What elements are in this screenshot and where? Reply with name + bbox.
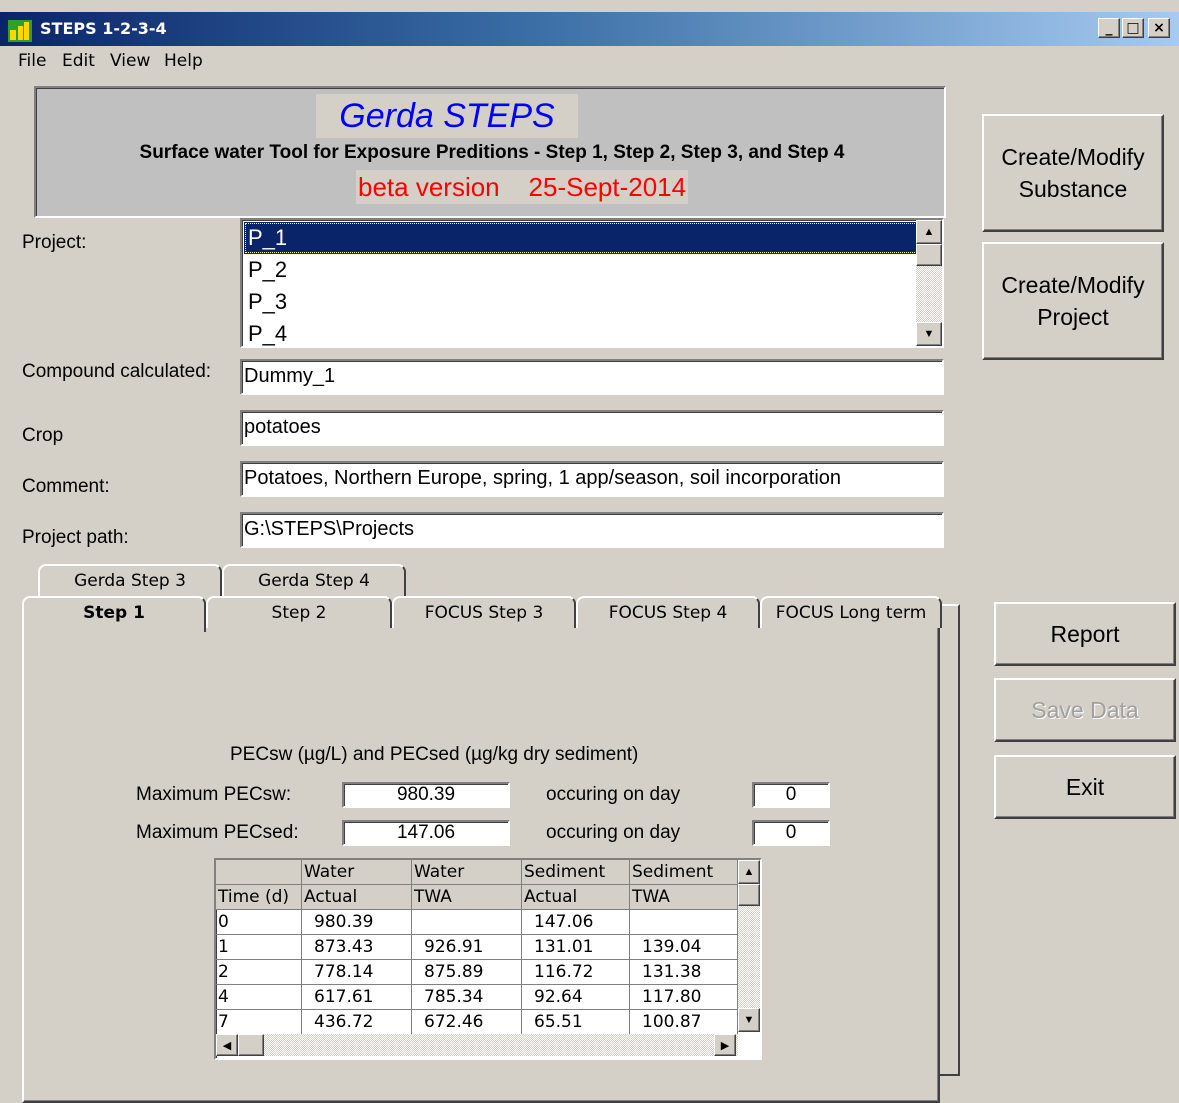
comment-field[interactable]: Potatoes, Northern Europe, spring, 1 app… bbox=[240, 461, 944, 497]
project-path-label: Project path: bbox=[22, 527, 129, 548]
scroll-down-icon[interactable]: ▼ bbox=[916, 322, 942, 346]
max-pecsw-field[interactable]: 980.39 bbox=[342, 782, 510, 808]
max-pecsed-label: Maximum PECsed: bbox=[136, 822, 299, 843]
tab-gerda-step-4[interactable]: Gerda Step 4 bbox=[222, 564, 406, 596]
table-cell: 139.04 bbox=[630, 935, 738, 960]
menu-edit[interactable]: Edit bbox=[62, 51, 95, 71]
tab-focus-long-term[interactable]: FOCUS Long term bbox=[760, 596, 942, 628]
scroll-left-icon[interactable]: ◀ bbox=[216, 1034, 238, 1056]
scroll-thumb[interactable] bbox=[916, 244, 942, 266]
table-cell: 672.46 bbox=[412, 1010, 522, 1035]
create-modify-project-button[interactable]: Create/Modify Project bbox=[982, 242, 1164, 360]
max-pecsw-label: Maximum PECsw: bbox=[136, 784, 292, 805]
project-listbox[interactable]: P_1 P_2 P_3 P_4 ▲ ▼ bbox=[240, 218, 944, 348]
menu-help[interactable]: Help bbox=[164, 51, 203, 71]
banner-subtitle: Surface water Tool for Exposure Preditio… bbox=[139, 142, 845, 163]
app-icon bbox=[8, 20, 32, 42]
table-cell: 92.64 bbox=[522, 985, 630, 1010]
tab-step-1[interactable]: Step 1 bbox=[22, 596, 206, 632]
table-cell: 131.38 bbox=[630, 960, 738, 985]
table-cell: 1 bbox=[216, 935, 302, 960]
banner-panel: Gerda STEPS Surface water Tool for Expos… bbox=[34, 86, 946, 218]
table-header: TWA bbox=[412, 885, 522, 910]
compound-field[interactable]: Dummy_1 bbox=[240, 359, 944, 395]
brand-title: Gerda STEPS bbox=[316, 94, 578, 138]
menu-bar: File Edit View Help bbox=[0, 48, 1179, 74]
scroll-thumb[interactable] bbox=[738, 884, 760, 906]
maximize-button[interactable]: □ bbox=[1122, 18, 1144, 38]
table-header: Time (d) bbox=[216, 885, 302, 910]
table-cell: 65.51 bbox=[522, 1010, 630, 1035]
scroll-down-icon[interactable]: ▼ bbox=[738, 1008, 760, 1032]
table-header: Actual bbox=[302, 885, 412, 910]
table-header: Actual bbox=[522, 885, 630, 910]
menu-file[interactable]: File bbox=[18, 51, 46, 71]
table-cell: 4 bbox=[216, 985, 302, 1010]
tab-step-2[interactable]: Step 2 bbox=[206, 596, 392, 628]
window-title: STEPS 1-2-3-4 bbox=[40, 19, 167, 38]
table-cell: 0 bbox=[216, 910, 302, 935]
table-header: Sediment bbox=[630, 860, 738, 885]
table-cell: 617.61 bbox=[302, 985, 412, 1010]
pecsed-day-field[interactable]: 0 bbox=[752, 820, 830, 846]
table-header: Water bbox=[302, 860, 412, 885]
table-cell: 785.34 bbox=[412, 985, 522, 1010]
table-hscroll[interactable]: ◀ ▶ bbox=[216, 1034, 738, 1056]
table-cell: 100.87 bbox=[630, 1010, 738, 1035]
table-cell: 131.01 bbox=[522, 935, 630, 960]
table-cell: 875.89 bbox=[412, 960, 522, 985]
tab-focus-step-3[interactable]: FOCUS Step 3 bbox=[392, 596, 576, 628]
minimize-button[interactable]: _ bbox=[1098, 18, 1120, 38]
project-scrollbar[interactable]: ▲ ▼ bbox=[916, 220, 942, 346]
occurring-day-label: occuring on day bbox=[546, 784, 681, 805]
table-cell: 147.06 bbox=[522, 910, 630, 935]
scroll-right-icon[interactable]: ▶ bbox=[714, 1034, 736, 1056]
version-label: beta version 25-Sept-2014 bbox=[356, 170, 689, 204]
table-cell bbox=[412, 910, 522, 935]
create-modify-substance-button[interactable]: Create/Modify Substance bbox=[982, 114, 1164, 232]
project-path-field[interactable]: G:\STEPS\Projects bbox=[240, 512, 944, 548]
table-header: Water bbox=[412, 860, 522, 885]
table-vscroll[interactable]: ▲ ▼ bbox=[738, 860, 760, 1032]
scroll-thumb[interactable] bbox=[238, 1034, 264, 1056]
crop-field[interactable]: potatoes bbox=[240, 410, 944, 446]
project-item[interactable]: P_2 bbox=[244, 254, 922, 286]
pecsw-day-field[interactable]: 0 bbox=[752, 782, 830, 808]
table-cell: 873.43 bbox=[302, 935, 412, 960]
comment-label: Comment: bbox=[22, 476, 110, 497]
table-cell bbox=[630, 910, 738, 935]
save-data-button[interactable]: Save Data bbox=[994, 678, 1176, 742]
project-item[interactable]: P_3 bbox=[244, 286, 922, 318]
tab-gerda-step-3[interactable]: Gerda Step 3 bbox=[38, 564, 222, 596]
title-bar[interactable] bbox=[0, 12, 1179, 46]
table-cell: 926.91 bbox=[412, 935, 522, 960]
scroll-up-icon[interactable]: ▲ bbox=[916, 220, 942, 244]
table-header: TWA bbox=[630, 885, 738, 910]
table-cell: 980.39 bbox=[302, 910, 412, 935]
pec-heading: PECsw (µg/L) and PECsed (µg/kg dry sedim… bbox=[230, 744, 639, 765]
table-cell: 778.14 bbox=[302, 960, 412, 985]
project-item[interactable]: P_1 bbox=[244, 222, 922, 254]
tab-focus-step-4[interactable]: FOCUS Step 4 bbox=[576, 596, 760, 628]
table-header: Sediment bbox=[522, 860, 630, 885]
close-button[interactable]: × bbox=[1148, 18, 1170, 38]
table-cell: 2 bbox=[216, 960, 302, 985]
occurring-day-label: occuring on day bbox=[546, 822, 681, 843]
table-cell: 7 bbox=[216, 1010, 302, 1035]
pec-results-table[interactable]: Water Water Sediment Sediment Time (d) A… bbox=[214, 858, 762, 1060]
crop-label: Crop bbox=[22, 425, 64, 446]
project-item[interactable]: P_4 bbox=[244, 318, 922, 346]
table-cell: 117.80 bbox=[630, 985, 738, 1010]
table-cell: 116.72 bbox=[522, 960, 630, 985]
scroll-up-icon[interactable]: ▲ bbox=[738, 860, 760, 884]
menu-view[interactable]: View bbox=[110, 51, 150, 71]
table-header bbox=[216, 860, 302, 885]
compound-label: Compound calculated: bbox=[22, 361, 212, 382]
project-label: Project: bbox=[22, 232, 87, 253]
report-button[interactable]: Report bbox=[994, 602, 1176, 666]
max-pecsed-field[interactable]: 147.06 bbox=[342, 820, 510, 846]
exit-button[interactable]: Exit bbox=[994, 755, 1176, 819]
table-cell: 436.72 bbox=[302, 1010, 412, 1035]
